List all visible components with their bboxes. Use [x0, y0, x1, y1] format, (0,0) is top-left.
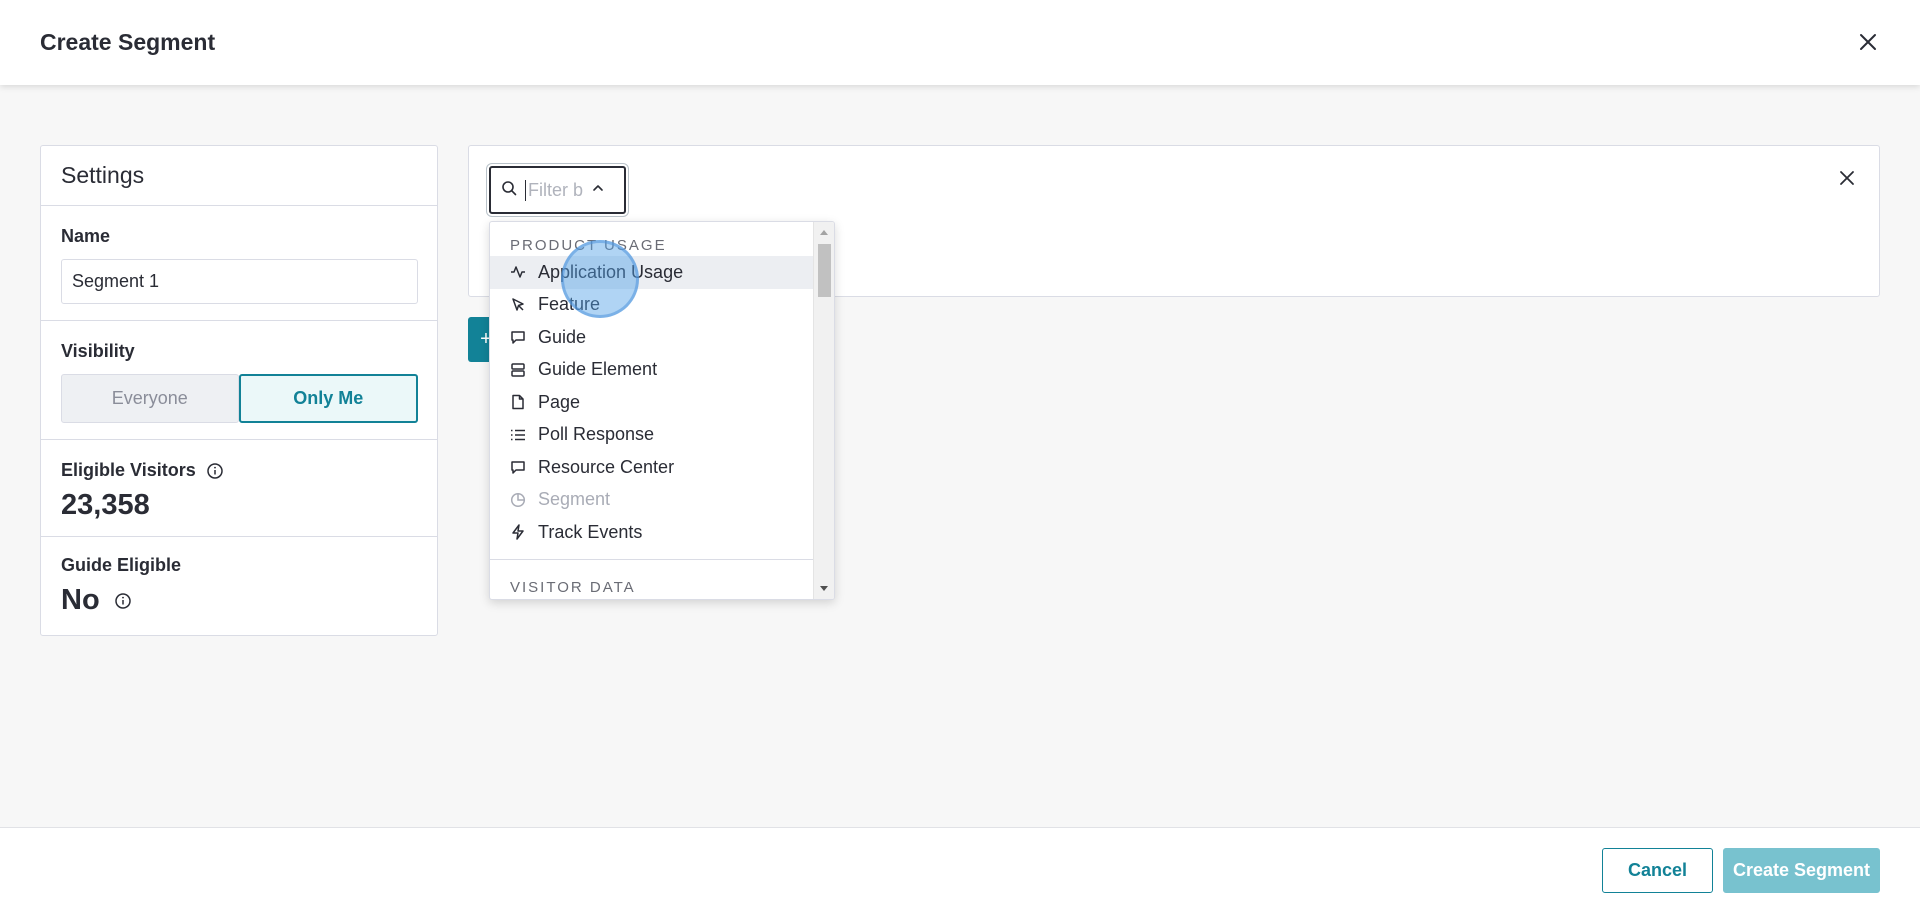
dropdown-item-label: Guide — [538, 326, 587, 347]
dropdown-item-page[interactable]: Page — [490, 386, 814, 419]
name-section: Name — [41, 206, 437, 321]
visibility-toggle: Everyone Only Me — [61, 374, 418, 423]
dropdown-list: PRODUCT USAGE Application Usage Feature … — [490, 222, 814, 596]
eligible-visitors-label: Eligible Visitors — [61, 460, 417, 481]
chevron-up-icon[interactable] — [591, 181, 605, 200]
settings-panel: Settings Name Visibility Everyone Only M… — [40, 145, 438, 636]
dropdown-item-resource-center[interactable]: Resource Center — [490, 451, 814, 484]
visibility-everyone-button[interactable]: Everyone — [61, 374, 239, 423]
cancel-button[interactable]: Cancel — [1602, 848, 1713, 893]
scroll-down-arrow-icon[interactable] — [820, 586, 828, 591]
file-icon — [512, 395, 524, 410]
eligible-visitors-section: Eligible Visitors 23,358 — [41, 440, 437, 537]
dropdown-divider — [490, 558, 814, 560]
dropdown-group-label: PRODUCT USAGE — [510, 237, 667, 254]
dropdown-item-poll-response[interactable]: Poll Response — [490, 419, 814, 452]
dropdown-item-label: Application Usage — [538, 261, 684, 282]
dropdown-item-label: Segment — [538, 489, 611, 510]
dropdown-item-guide-element[interactable]: Guide Element — [490, 354, 814, 387]
visibility-label: Visibility — [61, 341, 135, 361]
eligible-visitors-text: Eligible Visitors — [61, 460, 196, 480]
settings-title: Settings — [41, 146, 437, 206]
zap-icon — [512, 524, 524, 540]
layers-icon — [511, 363, 525, 377]
remove-filter-close-icon[interactable] — [1835, 166, 1859, 190]
pointer-icon — [512, 298, 524, 311]
dropdown-item-label: Track Events — [538, 521, 643, 542]
visibility-only-me-button[interactable]: Only Me — [238, 374, 418, 423]
name-field[interactable] — [61, 259, 418, 304]
dropdown-item-application-usage[interactable]: Application Usage — [490, 256, 814, 289]
scroll-thumb[interactable] — [818, 244, 831, 297]
guide-eligible-label: Guide Eligible — [61, 555, 182, 575]
create-segment-button[interactable]: Create Segment — [1723, 848, 1880, 893]
activity-icon — [511, 266, 525, 278]
info-icon[interactable] — [206, 462, 224, 480]
dropdown-item-track-events[interactable]: Track Events — [490, 516, 814, 549]
dropdown-item-segment: Segment — [490, 484, 814, 517]
message-icon — [511, 331, 525, 344]
dropdown-group-label: VISITOR DATA — [510, 578, 636, 596]
dropdown-scrollbar[interactable] — [813, 222, 834, 599]
dropdown-item-feature[interactable]: Feature — [490, 289, 814, 322]
search-icon — [501, 180, 517, 201]
visibility-section: Visibility Everyone Only Me — [41, 321, 437, 440]
modal-footer: Cancel Create Segment — [0, 827, 1920, 912]
guide-eligible-value: No — [61, 584, 100, 616]
filter-input[interactable] — [525, 179, 583, 201]
info-icon[interactable] — [114, 592, 132, 610]
guide-eligible-section: Guide Eligible No — [41, 537, 437, 617]
dropdown-item-label: Page — [538, 391, 581, 412]
filter-select[interactable] — [489, 166, 626, 214]
filter-dropdown: PRODUCT USAGE Application Usage Feature … — [489, 221, 835, 600]
guide-eligible-value-row: No — [61, 584, 417, 617]
list-icon — [511, 429, 525, 440]
scroll-up-arrow-icon[interactable] — [820, 230, 828, 235]
modal-header: Create Segment — [0, 0, 1920, 85]
dropdown-item-label: Feature — [538, 294, 601, 315]
page-title: Create Segment — [40, 29, 216, 55]
eligible-visitors-count: 23,358 — [61, 489, 150, 521]
message-icon — [511, 461, 525, 474]
dropdown-item-label: Poll Response — [538, 424, 655, 445]
dropdown-item-label: Resource Center — [538, 456, 675, 477]
close-icon[interactable] — [1854, 28, 1882, 56]
dropdown-item-guide[interactable]: Guide — [490, 321, 814, 354]
pie-icon — [510, 492, 526, 507]
name-label: Name — [61, 226, 111, 246]
dropdown-item-label: Guide Element — [538, 359, 658, 380]
